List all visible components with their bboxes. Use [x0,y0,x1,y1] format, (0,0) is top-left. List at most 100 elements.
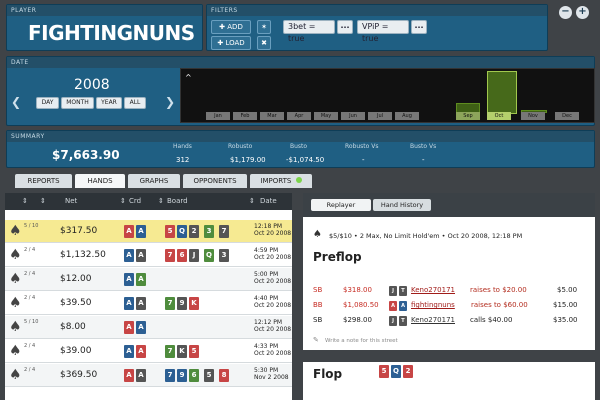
spade-icon: ♠ [9,367,22,383]
card-icon: A [124,345,134,358]
replayer-panel: Replayer Hand History ♠ $5/$10 • 2 Max, … [303,193,595,400]
spade-icon: ♠ [9,223,22,239]
spade-icon: ♠ [9,247,22,263]
card-icon: Q [391,365,401,378]
column-board[interactable]: Board [167,197,188,205]
stakes: 2 / 4 [24,367,36,373]
card-icon: 7 [165,297,175,310]
card-icon: A [136,249,146,262]
table-row[interactable]: ♠ 5 / 10 $8.00 A A 12:12 PM Oct 20 2008 [5,316,292,339]
summary-robusto-vs-value: - [362,156,365,164]
table-header: ⇕ ⇕ Net ⇕ Crd ⇕ Board ⇕ Date [5,193,292,210]
row-date: 5:30 PM Nov 2 2008 [254,367,289,381]
tab-hand-history[interactable]: Hand History [373,199,431,211]
table-row[interactable]: ♠ 2 / 4 $12.00 A A 5:00 PM Oct 20 2008 [5,268,292,291]
player-link[interactable]: Keno270171 [411,286,455,294]
add-filter-button[interactable]: ✚ ADD [211,20,251,34]
table-row[interactable]: ♠ 2 / 4 $1,132.50 A A 7 6 J Q 3 4:59 PM O… [5,244,292,267]
tab-reports[interactable]: REPORTS [15,174,72,188]
net-value: $369.50 [60,370,98,380]
row-date: 12:18 PM Oct 20 2008 [254,223,292,237]
stakes: 5 / 10 [24,319,39,325]
summary-hands-label: Hands [173,143,192,150]
month-jan[interactable]: Jan [206,112,230,120]
table-row[interactable]: ♠ 2 / 4 $369.50 A A 7 9 6 5 8 5:30 PM Nov… [5,364,292,387]
card-icon: 5 [189,345,199,358]
chevron-up-icon[interactable]: ^ [185,73,192,82]
month-may[interactable]: May [314,112,338,120]
row-date: 5:00 PM Oct 20 2008 [254,271,292,285]
summary-busto-label: Busto [290,143,308,150]
range-all-button[interactable]: ALL [124,97,146,109]
player-link[interactable]: Keno270171 [411,316,455,324]
range-day-button[interactable]: DAY [36,97,59,109]
chevron-left-icon[interactable]: ❮ [11,95,21,109]
tab-replayer[interactable]: Replayer [311,199,371,211]
card-icon: A [124,249,134,262]
month-mar[interactable]: Mar [260,112,284,120]
card-icon: J [389,286,397,296]
month-aug[interactable]: Aug [395,112,419,120]
filter-more-button[interactable]: ... [411,20,427,34]
column-net[interactable]: Net [65,197,77,205]
card-icon: A [124,225,134,238]
table-row[interactable]: ♠ 2 / 4 $39.50 A A 7 9 K 4:40 PM Oct 20 2… [5,292,292,315]
tab-graphs[interactable]: GRAPHS [128,174,180,188]
column-date[interactable]: Date [260,197,277,205]
expand-icon[interactable]: + [576,6,589,19]
card-icon: K [189,297,199,310]
player-link[interactable]: fightingnuns [411,301,455,309]
clear-filter-icon[interactable]: ✖ [257,36,271,50]
card-icon: 6 [189,369,199,382]
sort-icon[interactable]: ⇕ [40,197,46,205]
spade-icon: ♠ [9,343,22,359]
action-text: raises to $20.00 [470,286,527,294]
pot-amount: $35.00 [553,316,578,324]
card-icon: A [124,369,134,382]
collapse-icon[interactable]: − [559,6,572,19]
tab-hands[interactable]: HANDS [75,174,125,188]
player-panel: PLAYER FIGHTINGNUNS [6,4,203,51]
stakes: 2 / 4 [24,271,36,277]
tab-imports[interactable]: IMPORTS [250,174,312,188]
summary-busto-vs-value: - [422,156,425,164]
histogram-bar-oct[interactable] [487,71,517,114]
load-filter-button[interactable]: ✚ LOAD [211,36,251,50]
month-feb[interactable]: Feb [233,112,257,120]
card-icon: K [177,345,187,358]
filter-chip-vpip[interactable]: VPiP = true [357,20,409,43]
filter-chip-3bet[interactable]: 3bet = true [283,20,335,43]
card-icon: Q [204,249,214,262]
sort-icon[interactable]: ⇕ [158,197,164,205]
column-crd[interactable]: Crd [129,197,141,205]
summary-header: SUMMARY [7,131,594,142]
sort-icon[interactable]: ⇕ [249,197,255,205]
summary-busto-value: -$1,074.50 [286,156,325,164]
tab-opponents[interactable]: OPPONENTS [183,174,247,188]
net-value: $1,132.50 [60,250,106,260]
stack-amount: $318.00 [343,286,372,294]
street-note-input[interactable]: Write a note for this street [325,338,398,344]
month-nov[interactable]: Nov [521,112,545,120]
net-value: $12.00 [60,274,92,284]
filter-more-button[interactable]: ... [337,20,353,34]
month-jul[interactable]: Jul [368,112,392,120]
month-dec[interactable]: Dec [555,112,579,120]
favorite-star-icon[interactable]: ✶ [257,20,271,34]
month-oct[interactable]: Oct [487,112,511,120]
table-row[interactable]: ♠ 5 / 10 $317.50 A A 5 Q 2 3 7 12:18 PM O… [5,220,292,243]
card-icon: T [399,316,407,326]
range-month-button[interactable]: MONTH [61,97,94,109]
chevron-right-icon[interactable]: ❯ [165,95,175,109]
table-row[interactable]: ♠ 2 / 4 $39.00 A A 7 K 5 4:33 PM Oct 20 2… [5,340,292,363]
range-year-button[interactable]: YEAR [96,97,122,109]
month-apr[interactable]: Apr [287,112,311,120]
summary-robusto-label: Robusto [228,143,253,150]
month-sep[interactable]: Sep [456,112,480,120]
player-name[interactable]: FIGHTINGNUNS [28,21,195,45]
position-label: BB [313,301,323,309]
sort-icon[interactable]: ⇕ [22,197,28,205]
month-jun[interactable]: Jun [341,112,365,120]
sort-icon[interactable]: ⇕ [120,197,126,205]
pot-amount: $5.00 [557,286,578,294]
